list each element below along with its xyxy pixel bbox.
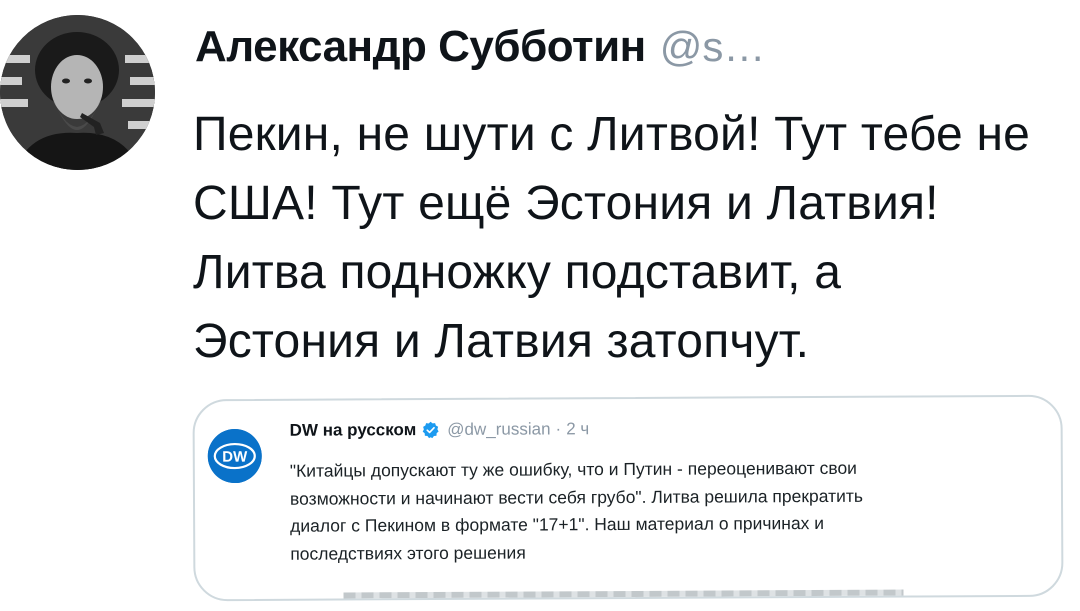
link-preview-strip	[343, 589, 904, 599]
separator-dot: ·	[555, 419, 562, 439]
tweet-text-line: Пекин, не шути с Литвой! Тут тебе не	[193, 108, 1031, 161]
tweet-text-line: Литва подножку подставит, а	[193, 246, 842, 299]
dw-logo-icon[interactable]: DW	[207, 428, 262, 484]
quoted-text-line: возможности и начинают вести себя грубо"…	[289, 485, 864, 509]
author-handle[interactable]: @s…	[660, 23, 766, 71]
quoted-text-line: последствиях этого решения	[290, 542, 526, 564]
user-avatar-photo	[0, 15, 155, 170]
tweet-text-line: США! Тут ещё Эстония и Латвия!	[193, 177, 939, 230]
quoted-text-line: "Китайцы допускают ту же ошибку, что и П…	[289, 457, 857, 481]
quoted-author-handle[interactable]: @dw_russian	[447, 419, 550, 440]
quoted-text-line: диалог с Пекином в формате "17+1". Наш м…	[290, 512, 825, 536]
quoted-tweet-card[interactable]: DW DW на русском @dw_russian · 2 ч "Кита…	[192, 394, 1064, 602]
avatar[interactable]	[0, 15, 155, 170]
dw-logo-text: DW	[222, 448, 248, 465]
author-name[interactable]: Александр Субботин	[195, 22, 646, 72]
quoted-tweet-header: DW на русском @dw_russian · 2 ч	[290, 419, 590, 441]
tweet-text-line: Эстония и Латвия затопчут.	[193, 315, 810, 368]
verified-badge-icon	[421, 421, 439, 439]
quoted-tweet-text: "Китайцы допускают ту же ошибку, что и П…	[290, 454, 1051, 568]
tweet-text: Пекин, не шути с Литвой! Тут тебе не США…	[193, 100, 1063, 376]
tweet-author[interactable]: Александр Субботин @s…	[195, 22, 765, 72]
quoted-author-name[interactable]: DW на русском	[290, 420, 417, 441]
quoted-tweet-time[interactable]: 2 ч	[566, 419, 589, 439]
